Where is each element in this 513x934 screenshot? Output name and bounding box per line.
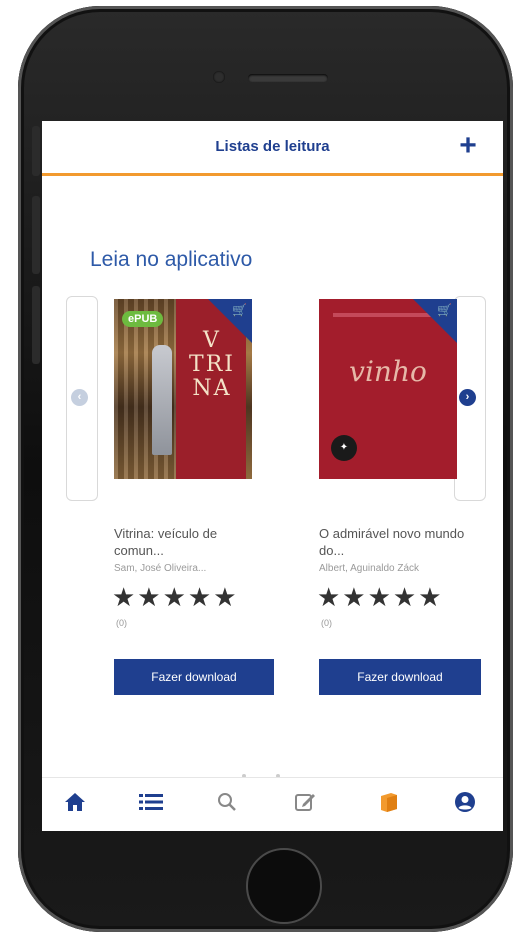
- edit-icon[interactable]: [290, 790, 320, 820]
- mute-switch: [32, 126, 40, 176]
- section-title: Leia no aplicativo: [90, 248, 253, 271]
- book-cover[interactable]: vinho ✦ 🛒: [319, 299, 457, 479]
- volume-up-button: [32, 196, 40, 274]
- app-screen: Listas de leitura + Leia no aplicativo ‹…: [42, 121, 503, 831]
- download-button[interactable]: Fazer download: [319, 659, 481, 695]
- book-cover[interactable]: V TRI NA ePUB 🛒: [114, 299, 252, 479]
- home-icon[interactable]: [60, 790, 90, 820]
- carousel-pager: [242, 765, 332, 796]
- rating-count: (0): [116, 618, 127, 628]
- book-title[interactable]: O admirável novo mundo do...: [319, 525, 469, 559]
- volume-down-button: [32, 286, 40, 364]
- page-title: Listas de leitura: [215, 138, 330, 155]
- search-icon[interactable]: [212, 790, 242, 820]
- cover-figure: [152, 345, 172, 455]
- cart-icon: 🛒: [437, 303, 452, 317]
- rating-count: (0): [321, 618, 332, 628]
- app-header: Listas de leitura +: [42, 121, 503, 176]
- chevron-left-icon: ‹: [71, 389, 88, 406]
- cover-title-text: vinho: [349, 355, 427, 388]
- front-camera: [213, 71, 225, 83]
- tab-bar: [42, 777, 503, 831]
- book-card: V TRI NA ePUB 🛒 Vitrina: veículo de comu…: [102, 299, 274, 695]
- list-icon[interactable]: [136, 790, 166, 820]
- epub-badge: ePUB: [122, 311, 164, 327]
- book-author: Albert, Aguinaldo Záck: [319, 563, 420, 574]
- add-list-button[interactable]: +: [453, 131, 483, 161]
- star-rating: ★★★★★: [317, 582, 444, 612]
- star-rating: ★★★★★: [112, 582, 239, 612]
- cart-icon: 🛒: [232, 303, 247, 317]
- book-author: Sam, José Oliveira...: [114, 563, 207, 574]
- download-button[interactable]: Fazer download: [114, 659, 274, 695]
- plus-icon: +: [459, 129, 477, 162]
- home-hardware-button[interactable]: [246, 848, 322, 924]
- book-title[interactable]: Vitrina: veículo de comun...: [114, 525, 264, 559]
- publisher-logo: ✦: [331, 435, 357, 461]
- carousel-prev-button[interactable]: ‹: [66, 296, 98, 501]
- books-icon[interactable]: [374, 790, 404, 820]
- book-card: vinho ✦ 🛒 O admirável novo mundo do... A…: [307, 299, 481, 695]
- profile-icon[interactable]: [450, 790, 480, 820]
- earpiece-speaker: [248, 74, 328, 82]
